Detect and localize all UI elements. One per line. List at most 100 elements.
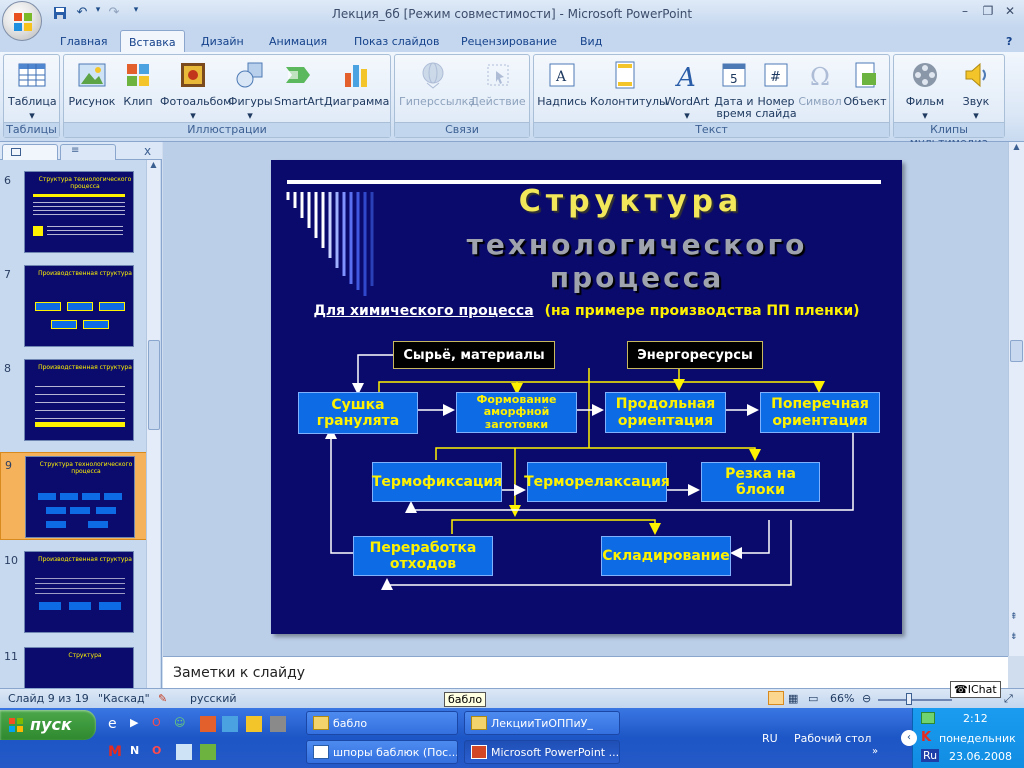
ichat-badge[interactable]: ☎IChat [950, 681, 1001, 698]
hyperlink-button[interactable]: Гиперссылка [399, 59, 475, 123]
desktop-toolbar[interactable]: Рабочий стол [794, 732, 871, 745]
thumbnail-row[interactable]: 6 Структура технологического процесса [0, 168, 148, 256]
box-recycling[interactable]: Переработка отходов [353, 536, 493, 576]
tab-slideshow[interactable]: Показ слайдов [346, 33, 448, 52]
normal-view-button[interactable] [768, 691, 784, 705]
app-icon[interactable]: N [130, 744, 146, 760]
task-word-doc[interactable]: шпоры баблюк (Пос... [306, 740, 458, 764]
photoalbum-button[interactable]: Фотоальбом ▾ [160, 59, 231, 123]
tab-animation[interactable]: Анимация [261, 33, 335, 52]
ie-icon[interactable]: e [108, 716, 124, 732]
network-icon[interactable] [921, 712, 935, 724]
tab-design[interactable]: Дизайн [193, 33, 252, 52]
slides-panel-scrollbar[interactable]: ▲ [146, 160, 160, 688]
input-energy[interactable]: Энергоресурсы [627, 341, 763, 369]
office-button[interactable] [2, 1, 42, 41]
wordart-button[interactable]: A WordArt ▾ [662, 59, 712, 123]
picture-button[interactable]: Рисунок [68, 59, 116, 123]
zoom-out-icon[interactable]: ⊖ [862, 692, 871, 705]
sound-button[interactable]: Звук ▾ [952, 59, 1000, 123]
zoom-level[interactable]: 66% [830, 692, 854, 705]
slide-canvas[interactable]: Структура технологического процесса Для … [271, 160, 902, 634]
language-indicator[interactable]: русский [190, 692, 237, 705]
movie-button[interactable]: Фильм ▾ [900, 59, 950, 123]
thumbnail-row[interactable]: 8 Производственная структура [0, 356, 148, 444]
slide-thumbnail[interactable]: Производственная структура [24, 359, 134, 441]
datetime-button[interactable]: 5 Дата и время [714, 59, 754, 123]
close-button[interactable]: ✕ [1000, 4, 1020, 22]
headerfooter-button[interactable]: Колонтитулы [590, 59, 668, 123]
opera-icon[interactable]: O [152, 744, 168, 760]
smartart-button[interactable]: SmartArt [274, 59, 324, 123]
slide-thumbnail[interactable]: Структура [24, 647, 134, 688]
slide-sorter-button[interactable]: ▦ [788, 692, 798, 705]
app-icon[interactable] [222, 716, 238, 732]
box-forming[interactable]: Формование аморфной заготовки [456, 392, 577, 433]
table-button[interactable]: Таблица ▾ [8, 59, 57, 123]
next-slide-icon[interactable]: ⇟ [1010, 632, 1018, 642]
task-powerpoint[interactable]: Microsoft PowerPoint ... [464, 740, 620, 764]
box-drying[interactable]: Сушка гранулята [298, 392, 418, 434]
prev-slide-icon[interactable]: ⇞ [1010, 612, 1018, 622]
language-indicator[interactable]: RU [762, 732, 778, 745]
thumbnail-row[interactable]: 7 Производственная структура [0, 262, 148, 350]
messenger-icon[interactable]: ☺ [174, 716, 190, 732]
slide-thumbnail[interactable]: Производственная структура [24, 265, 134, 347]
tray-expand-icon[interactable]: ‹ [901, 730, 917, 746]
language-badge[interactable]: Ru [921, 749, 940, 762]
task-folder-bablo[interactable]: бабло [306, 711, 458, 735]
box-thermorelax[interactable]: Терморелаксация [524, 462, 670, 502]
tab-view[interactable]: Вид [572, 33, 610, 52]
antivirus-icon[interactable]: K [921, 730, 931, 745]
maximize-button[interactable]: ❐ [978, 4, 998, 22]
thumbnail-row[interactable]: 11 Структура [0, 644, 148, 688]
slide-thumbnail[interactable]: Структура технологического процесса [25, 456, 135, 538]
panel-close-icon[interactable]: x [144, 144, 151, 158]
outline-tab[interactable]: ≡ [60, 144, 116, 160]
app-icon[interactable] [200, 744, 216, 760]
app-icon[interactable] [200, 716, 216, 732]
shapes-button[interactable]: Фигуры ▾ [228, 59, 273, 123]
start-button[interactable]: пуск [0, 710, 96, 740]
zoom-slider-thumb[interactable] [906, 693, 912, 705]
minimize-button[interactable]: – [955, 4, 975, 22]
slide-thumbnail[interactable]: Структура технологического процесса [24, 171, 134, 253]
symbol-button[interactable]: Ω Символ [798, 59, 842, 123]
tab-review[interactable]: Рецензирование [453, 33, 565, 52]
toolbar-arrow-icon[interactable]: » [872, 746, 878, 757]
slides-tab[interactable] [2, 144, 58, 160]
media-player-icon[interactable]: ▶ [130, 716, 146, 732]
metro-icon[interactable]: M [108, 744, 124, 760]
scroll-up-icon[interactable]: ▲ [147, 160, 160, 169]
slideshow-button[interactable]: ▭ [808, 692, 818, 705]
zoom-slider[interactable] [878, 699, 952, 701]
slide-thumbnail[interactable]: Производственная структура [24, 551, 134, 633]
notes-pane[interactable]: Заметки к слайду [163, 656, 1008, 688]
object-button[interactable]: Объект [842, 59, 888, 123]
action-button[interactable]: Действие [469, 59, 527, 123]
textbox-button[interactable]: A Надпись [536, 59, 588, 123]
fit-slide-icon[interactable]: ⤢ [1004, 692, 1013, 706]
main-scroll-up-icon[interactable]: ▲ [1009, 142, 1024, 151]
input-raw-materials[interactable]: Сырьё, материалы [393, 341, 555, 369]
main-scroll-thumb[interactable] [1010, 340, 1023, 362]
app-icon[interactable] [246, 716, 262, 732]
box-thermofix[interactable]: Термофиксация [372, 462, 502, 502]
box-longitudinal[interactable]: Продольная ориентация [605, 392, 726, 433]
slidenumber-button[interactable]: # Номер слайда [754, 59, 798, 123]
app-icon[interactable] [176, 744, 192, 760]
slides-panel-scroll-thumb[interactable] [148, 340, 160, 430]
box-cutting[interactable]: Резка на блоки [701, 462, 820, 502]
tab-home[interactable]: Главная [52, 33, 116, 52]
opera-icon[interactable]: O [152, 716, 168, 732]
clip-button[interactable]: Клип [118, 59, 158, 123]
tab-insert[interactable]: Вставка [120, 30, 185, 52]
thumbnail-row-selected[interactable]: 9 Структура технологического процесса [0, 452, 148, 540]
spellcheck-icon[interactable]: ✎ [158, 692, 167, 705]
app-icon[interactable] [270, 716, 286, 732]
help-icon[interactable]: ? [998, 33, 1020, 52]
clock-time[interactable]: 2:12 [963, 712, 988, 725]
chart-button[interactable]: Диаграмма [324, 59, 389, 123]
thumbnail-row[interactable]: 10 Производственная структура [0, 548, 148, 636]
main-scrollbar[interactable]: ▲ ⇞ ⇟ [1008, 142, 1024, 656]
